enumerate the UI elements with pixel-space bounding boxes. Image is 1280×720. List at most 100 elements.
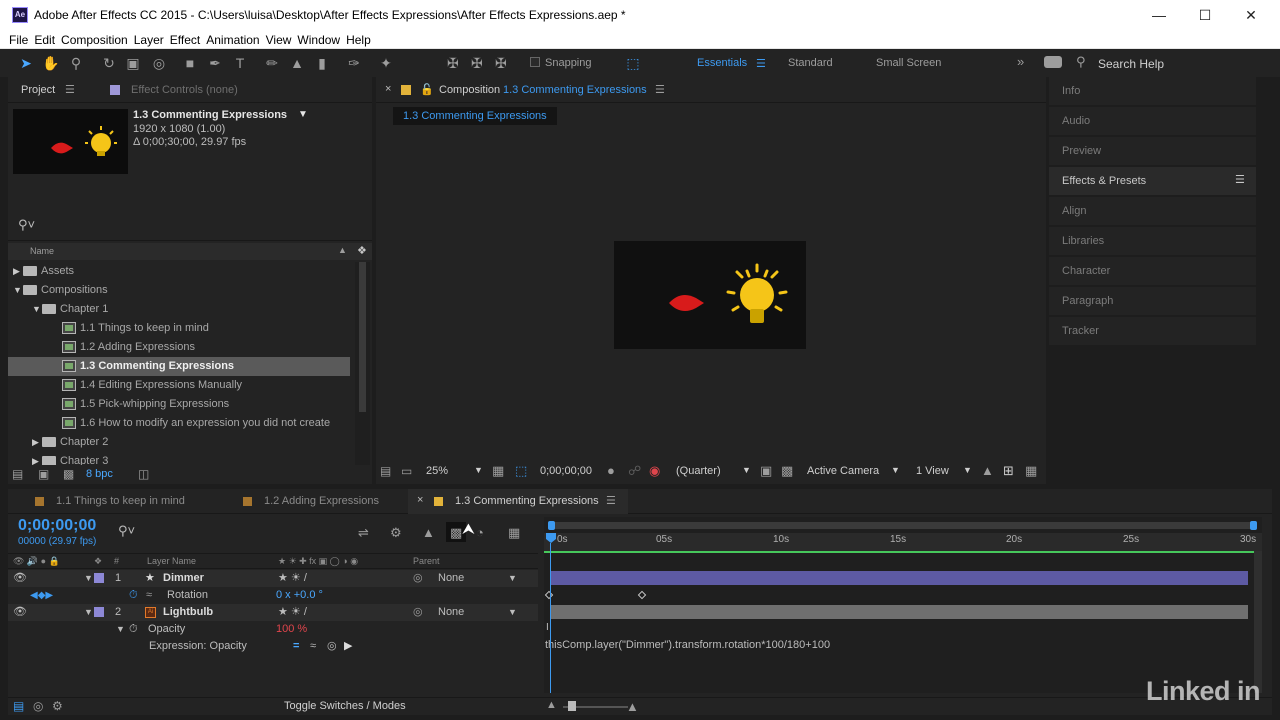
tree-folder-chapter-3[interactable]: ▶ Chapter 3	[8, 452, 350, 465]
column-name[interactable]: Name	[30, 246, 54, 256]
zoom-in-icon[interactable]: ▲	[626, 699, 639, 714]
zoom-level[interactable]: 25%	[426, 465, 448, 477]
tab-comp-name[interactable]: 1.3 Commenting Expressions	[503, 84, 647, 96]
snapshot-camera-icon[interactable]: ●	[607, 463, 615, 478]
menu-layer[interactable]: Layer	[134, 31, 164, 49]
menu-window[interactable]: Window	[297, 31, 340, 49]
in-out-toggle-icon[interactable]: ⚙	[52, 699, 63, 713]
comp-viewer[interactable]	[376, 129, 1046, 459]
clone-stamp-tool-icon[interactable]: ▲	[288, 54, 306, 72]
collapse-triangle-icon[interactable]: ▼	[84, 604, 93, 621]
motion-blur-icon[interactable]: ◔	[476, 525, 484, 540]
comp-menu-icon[interactable]: ☰	[655, 83, 665, 96]
monitor-icon[interactable]: ▭	[401, 464, 412, 478]
expand-triangle-icon[interactable]: ▶	[32, 433, 42, 452]
toggle-switches-modes-button[interactable]: Toggle Switches / Modes	[284, 700, 406, 712]
timeline-menu-icon[interactable]: ☰	[606, 494, 616, 507]
tab-project[interactable]: Project	[21, 84, 55, 96]
tree-comp-1-4[interactable]: 1.4 Editing Expressions Manually	[8, 376, 350, 395]
menu-edit[interactable]: Edit	[34, 31, 55, 49]
resolution-dropdown-icon[interactable]: ▼	[742, 465, 751, 475]
timeline-scrollbar[interactable]	[1254, 551, 1262, 693]
sort-up-icon[interactable]: ▲	[338, 245, 347, 255]
brush-tool-icon[interactable]: ✏	[263, 54, 281, 72]
timeline-tab-1-1[interactable]: 1.1 Things to keep in mind	[35, 489, 185, 514]
toggle-pixel-aspect-icon[interactable]: ▲	[981, 463, 994, 478]
parent-dropdown-icon[interactable]: ▼	[508, 604, 517, 621]
tree-comp-1-6[interactable]: 1.6 How to modify an expression you did …	[8, 414, 350, 433]
panel-preview[interactable]: Preview	[1049, 137, 1256, 165]
comp-mini-flowchart-icon[interactable]: ⇌	[358, 525, 369, 541]
frame-blending-icon[interactable]: ▩	[450, 525, 462, 541]
resolution-dropdown[interactable]: (Quarter)	[676, 465, 721, 477]
timeline-tab-1-3[interactable]: 1.3 Commenting Expressions	[434, 489, 599, 514]
tree-folder-assets[interactable]: ▶ Assets	[8, 262, 350, 281]
close-button[interactable]: ✕	[1228, 0, 1274, 31]
workspace-overflow-icon[interactable]: »	[1017, 54, 1024, 69]
tab-composition[interactable]: Composition	[439, 84, 500, 96]
zoom-slider-thumb[interactable]	[568, 701, 576, 711]
layer-name-dimmer[interactable]: Dimmer	[163, 570, 204, 587]
workspace-small-screen[interactable]: Small Screen	[876, 57, 941, 69]
transfer-controls-toggle-icon[interactable]: ◎	[33, 699, 43, 713]
label-tag-icon[interactable]: ❖	[357, 244, 367, 257]
shy-layers-icon[interactable]: ▲	[422, 525, 435, 540]
menu-file[interactable]: File	[9, 31, 28, 49]
puppet-pin-tool-icon[interactable]: ✦	[377, 54, 395, 72]
parent-dropdown[interactable]: None	[438, 604, 464, 621]
always-preview-icon[interactable]: ▤	[380, 464, 391, 478]
work-area-bar[interactable]	[550, 522, 1254, 529]
column-layer-name[interactable]: Layer Name	[147, 556, 196, 566]
collapse-triangle-icon[interactable]: ▼	[84, 570, 93, 587]
panel-libraries[interactable]: Libraries	[1049, 227, 1256, 255]
layer-bar-lightbulb[interactable]	[550, 605, 1248, 619]
menu-composition[interactable]: Composition	[61, 31, 128, 49]
panel-paragraph[interactable]: Paragraph	[1049, 287, 1256, 315]
scrollbar-thumb[interactable]	[359, 262, 366, 412]
panel-effects-presets[interactable]: Effects & Presets	[1049, 167, 1256, 195]
tree-comp-1-2[interactable]: 1.2 Adding Expressions	[8, 338, 350, 357]
hand-tool-icon[interactable]: ✋	[42, 54, 60, 72]
comp-canvas[interactable]	[614, 241, 806, 349]
panel-audio[interactable]: Audio	[1049, 107, 1256, 135]
gamepad-icon[interactable]	[1044, 56, 1062, 68]
work-area-start-handle[interactable]	[548, 521, 555, 530]
channels-icon[interactable]: ◉	[649, 463, 660, 479]
interpret-footage-icon[interactable]: ▤	[12, 467, 23, 481]
zoom-dropdown-icon[interactable]: ▼	[474, 465, 483, 475]
label-color-swatch[interactable]	[94, 573, 104, 583]
collapse-triangle-icon[interactable]: ▼	[13, 281, 23, 300]
current-time-display[interactable]: 0;00;00;00	[18, 517, 96, 535]
workspace-essentials[interactable]: Essentials	[697, 57, 747, 69]
region-of-interest-icon[interactable]: ▣	[760, 463, 772, 479]
transparency-grid-icon[interactable]: ▩	[781, 463, 793, 479]
project-menu-icon[interactable]: ☰	[65, 83, 75, 96]
column-parent[interactable]: Parent	[413, 556, 440, 566]
visibility-eye-icon[interactable]: 👁	[13, 604, 27, 621]
snapping-checkbox[interactable]	[530, 57, 540, 67]
layer-switches-toggle-icon[interactable]: ▤	[13, 699, 24, 713]
menu-effect[interactable]: Effect	[170, 31, 200, 49]
view-layout-dropdown[interactable]: 1 View	[916, 465, 949, 477]
menu-view[interactable]: View	[266, 31, 292, 49]
pen-tool-icon[interactable]: ✒	[206, 54, 224, 72]
new-folder-icon[interactable]: ▣	[38, 467, 49, 481]
stopwatch-icon[interactable]: ⏱	[129, 621, 138, 638]
show-snapshot-icon[interactable]: ☍	[628, 463, 641, 479]
minimize-button[interactable]: —	[1136, 0, 1182, 31]
tree-folder-chapter-2[interactable]: ▶ Chapter 2	[8, 433, 350, 452]
trash-icon[interactable]: ◫	[138, 467, 149, 481]
local-axis-icon[interactable]: ✠	[444, 54, 462, 72]
fast-previews-icon[interactable]: ⊞	[1003, 463, 1014, 479]
visibility-eye-icon[interactable]: 👁	[13, 570, 27, 587]
project-scrollbar[interactable]	[355, 262, 370, 465]
expression-text[interactable]: thisComp.layer("Dimmer").transform.rotat…	[545, 639, 830, 651]
label-column-icon[interactable]: ❖	[94, 556, 102, 567]
expand-triangle-icon[interactable]: ▶	[13, 262, 23, 281]
menu-animation[interactable]: Animation	[206, 31, 259, 49]
camera-dropdown-icon[interactable]: ▼	[891, 465, 900, 475]
comp-breadcrumb[interactable]: 1.3 Commenting Expressions	[393, 107, 557, 125]
tree-comp-1-5[interactable]: 1.5 Pick-whipping Expressions	[8, 395, 350, 414]
pan-behind-tool-icon[interactable]: ◎	[150, 54, 168, 72]
world-axis-icon[interactable]: ✠	[468, 54, 486, 72]
